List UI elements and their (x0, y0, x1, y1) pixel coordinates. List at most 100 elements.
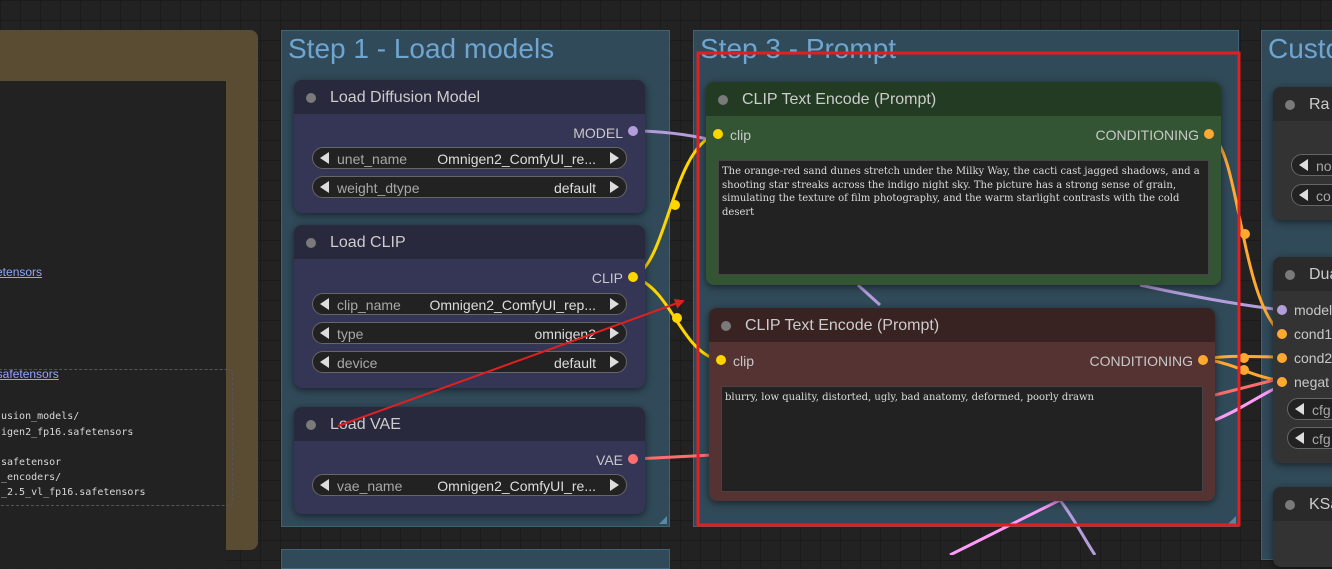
arrow-right-icon[interactable] (610, 479, 619, 491)
resize-handle[interactable] (659, 516, 667, 524)
arrow-right-icon[interactable] (610, 152, 619, 164)
node-title: Load VAE (330, 416, 401, 433)
collapse-dot-icon[interactable] (718, 95, 728, 105)
widget-noise[interactable]: no (1291, 154, 1332, 176)
group-bottom[interactable] (281, 549, 670, 569)
input-slot-cond2[interactable] (1277, 353, 1287, 363)
node-header[interactable]: Load Diffusion Model (294, 80, 645, 114)
code-line: _2.5_vl_fp16.safetensors (1, 487, 146, 498)
node-header[interactable]: KSa (1273, 487, 1332, 521)
widget-cfg[interactable]: cfg (1287, 398, 1332, 420)
node-clip-text-encode-positive[interactable]: CLIP Text Encode (Prompt) clip CONDITION… (706, 82, 1221, 285)
model-link[interactable]: safetensors (0, 265, 42, 279)
node-title: Load Diffusion Model (330, 89, 481, 106)
node-right-ksampler[interactable]: KSa (1273, 487, 1332, 567)
node-header[interactable]: Load CLIP (294, 225, 645, 259)
node-load-vae[interactable]: Load VAE VAE vae_name Omnigen2_ComfyUI_r… (294, 407, 645, 514)
arrow-left-icon[interactable] (1299, 159, 1308, 171)
widget-name: device (337, 355, 378, 371)
collapse-dot-icon[interactable] (306, 420, 316, 430)
node-title: KSa (1309, 496, 1332, 513)
widget-weight-dtype[interactable]: weight_dtype default (312, 176, 627, 198)
arrow-left-icon[interactable] (320, 152, 329, 164)
arrow-left-icon[interactable] (320, 181, 329, 193)
widget-value: omnigen2 (534, 326, 597, 342)
arrow-right-icon[interactable] (610, 181, 619, 193)
widget-clip-name[interactable]: clip_name Omnigen2_ComfyUI_rep... (312, 293, 627, 315)
group-title: Step 1 - Load models (288, 33, 555, 64)
widget-name: clip_name (337, 297, 401, 313)
collapse-dot-icon[interactable] (1285, 500, 1295, 510)
input-label: negat (1294, 374, 1330, 390)
prompt-textarea[interactable]: The orange-red sand dunes stretch under … (718, 160, 1209, 275)
output-label-vae: VAE (596, 452, 623, 468)
input-slot-negative[interactable] (1277, 377, 1287, 387)
node-title: CLIP Text Encode (Prompt) (745, 317, 940, 334)
widget-type[interactable]: type omnigen2 (312, 322, 627, 344)
arrow-left-icon[interactable] (1295, 403, 1304, 415)
output-slot-conditioning[interactable] (1204, 129, 1214, 139)
output-label-clip: CLIP (591, 270, 623, 286)
arrow-left-icon[interactable] (320, 327, 329, 339)
arrow-left-icon[interactable] (1299, 189, 1308, 201)
code-line: usion_models/ (1, 411, 80, 422)
arrow-right-icon[interactable] (610, 356, 619, 368)
node-header[interactable]: Ra (1273, 87, 1332, 121)
arrow-right-icon[interactable] (610, 327, 619, 339)
node-load-clip[interactable]: Load CLIP CLIP clip_name Omnigen2_ComfyU… (294, 225, 645, 388)
input-label: model (1294, 302, 1332, 318)
node-title: CLIP Text Encode (Prompt) (742, 91, 937, 108)
input-label: cond1 (1294, 326, 1332, 342)
node-clip-text-encode-negative[interactable]: CLIP Text Encode (Prompt) clip CONDITION… (709, 308, 1215, 501)
collapse-dot-icon[interactable] (306, 238, 316, 248)
output-slot-clip[interactable] (628, 272, 638, 282)
widget-unet-name[interactable]: unet_name Omnigen2_ComfyUI_re... (312, 147, 627, 169)
arrow-left-icon[interactable] (320, 356, 329, 368)
output-label-model: MODEL (573, 125, 623, 141)
node-load-diffusion-model[interactable]: Load Diffusion Model MODEL unet_name Omn… (294, 80, 645, 213)
node-header[interactable]: CLIP Text Encode (Prompt) (709, 308, 1215, 342)
resize-handle[interactable] (1228, 516, 1236, 524)
prompt-textarea[interactable]: blurry, low quality, distorted, ugly, ba… (721, 386, 1203, 492)
widget-value: Omnigen2_ComfyUI_re... (437, 151, 596, 167)
input-label-clip: clip (733, 353, 755, 369)
node-title: Load CLIP (330, 234, 406, 251)
collapse-dot-icon[interactable] (1285, 270, 1295, 280)
widget-device[interactable]: device default (312, 351, 627, 373)
group-title: Step 3 - Prompt (700, 33, 897, 64)
widget-value: Omnigen2_ComfyUI_rep... (429, 297, 596, 313)
widget-vae-name[interactable]: vae_name Omnigen2_ComfyUI_re... (312, 474, 627, 496)
arrow-right-icon[interactable] (610, 298, 619, 310)
arrow-left-icon[interactable] (320, 298, 329, 310)
output-slot-model[interactable] (628, 126, 638, 136)
output-slot-vae[interactable] (628, 454, 638, 464)
input-label: cond2 (1294, 350, 1332, 366)
widget-control[interactable]: co (1291, 184, 1332, 206)
input-slot-clip[interactable] (716, 355, 726, 365)
arrow-left-icon[interactable] (1295, 432, 1304, 444)
collapse-dot-icon[interactable] (721, 321, 731, 331)
node-header[interactable]: Dua (1273, 257, 1332, 291)
widget-name: vae_name (337, 478, 403, 494)
node-header[interactable]: CLIP Text Encode (Prompt) (706, 82, 1221, 116)
widget-name: cfg (1312, 431, 1331, 447)
output-slot-conditioning[interactable] (1198, 355, 1208, 365)
node-right-random[interactable]: Ra no co (1273, 87, 1332, 220)
output-label-conditioning: CONDITIONING (1095, 127, 1199, 143)
code-line: igen2_fp16.safetensors (1, 427, 134, 438)
collapse-dot-icon[interactable] (306, 93, 316, 103)
widget-name: unet_name (337, 151, 408, 167)
input-slot-cond1[interactable] (1277, 329, 1287, 339)
widget-name: weight_dtype (337, 180, 420, 196)
widget-name: type (337, 326, 364, 342)
node-right-dual-cfg[interactable]: Dua model cond1 cond2 negat cfg cfg (1273, 257, 1332, 463)
widget-cfg[interactable]: cfg (1287, 427, 1332, 449)
notes-code-block: usion_models/ igen2_fp16.safetensors saf… (0, 369, 233, 506)
input-slot-model[interactable] (1277, 305, 1287, 315)
code-line: _encoders/ (1, 472, 62, 483)
collapse-dot-icon[interactable] (1285, 100, 1295, 110)
input-slot-clip[interactable] (713, 129, 723, 139)
node-header[interactable]: Load VAE (294, 407, 645, 441)
arrow-left-icon[interactable] (320, 479, 329, 491)
widget-name: cfg (1312, 402, 1331, 418)
